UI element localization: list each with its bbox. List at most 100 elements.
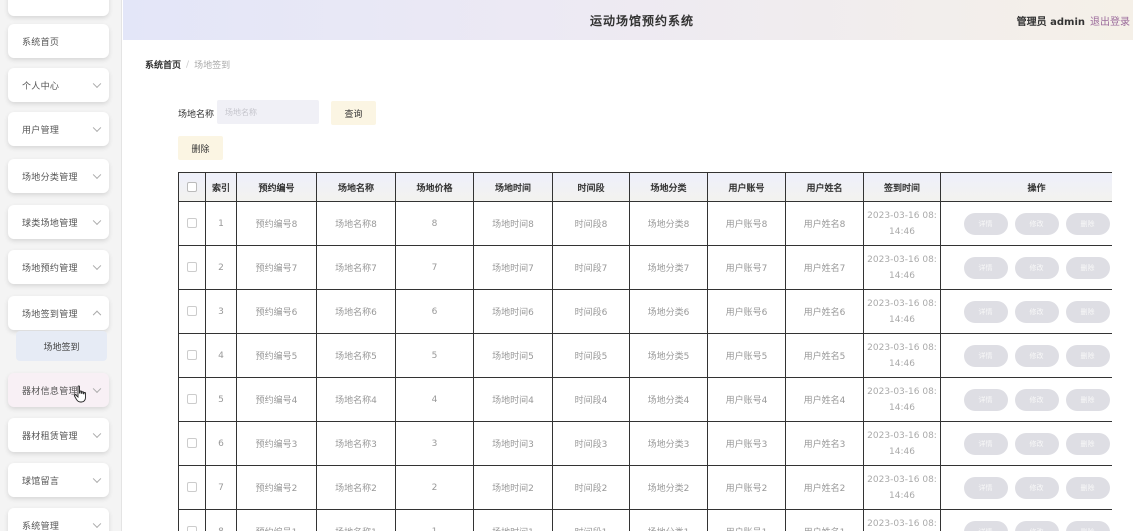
cell-booking-no: 预约编号2 (236, 465, 317, 510)
sidebar-subitem-venue-checkin[interactable]: 场地签到 (16, 331, 107, 361)
table-row: 3 预约编号6 场地名称6 6 场地时间6 时间段6 场地分类6 用户账号6 用… (178, 289, 1112, 334)
sidebar-item-equipment-info[interactable]: 器材信息管理 (8, 373, 109, 407)
detail-button[interactable]: 详情 (963, 300, 1008, 323)
cell-booking-no: 预约编号4 (236, 377, 317, 422)
table-row: 4 预约编号5 场地名称5 5 场地时间5 时间段5 场地分类5 用户账号5 用… (178, 333, 1112, 378)
cell-operations: 详情 修改 删除 (940, 509, 1112, 531)
row-checkbox[interactable] (187, 262, 197, 273)
detail-button[interactable]: 详情 (963, 256, 1008, 279)
edit-button[interactable]: 修改 (1014, 212, 1059, 235)
delete-button[interactable]: 删除 (1065, 388, 1110, 411)
cell-user-name: 用户姓名2 (785, 465, 864, 510)
sidebar-item-user-management[interactable]: 用户管理 (8, 112, 109, 146)
row-checkbox[interactable] (187, 218, 197, 229)
chevron-down-icon (92, 261, 102, 271)
cell-price: 2 (395, 465, 474, 510)
cell-account: 用户账号4 (707, 377, 786, 422)
cell-price: 3 (395, 421, 474, 466)
edit-button[interactable]: 修改 (1014, 388, 1059, 411)
detail-button[interactable]: 详情 (963, 476, 1008, 499)
chevron-down-icon (92, 216, 102, 226)
sidebar-item-venue-category[interactable]: 场地分类管理 (8, 159, 109, 193)
delete-button[interactable]: 删除 (1065, 520, 1110, 531)
column-header: 场地时间 (473, 172, 553, 202)
checkin-date: 2023-03-16 08: (867, 342, 937, 353)
search-input[interactable] (217, 100, 319, 124)
checkin-date: 2023-03-16 08: (867, 298, 937, 309)
row-select-cell[interactable] (178, 201, 206, 246)
detail-button[interactable]: 详情 (963, 344, 1008, 367)
row-select-cell[interactable] (178, 377, 206, 422)
delete-button[interactable]: 删除 (1065, 300, 1110, 323)
row-checkbox[interactable] (187, 438, 197, 449)
row-checkbox[interactable] (187, 482, 197, 493)
sidebar-top-card (8, 0, 109, 16)
delete-button[interactable]: 删除 (1065, 344, 1110, 367)
cell-time-slot: 时间段5 (552, 333, 630, 378)
sidebar-item-ball-venue[interactable]: 球类场地管理 (8, 205, 109, 239)
edit-button[interactable]: 修改 (1014, 432, 1059, 455)
select-all-cell[interactable] (178, 172, 206, 202)
row-select-cell[interactable] (178, 289, 206, 334)
sidebar-item-home[interactable]: 系统首页 (8, 24, 109, 58)
sidebar-item-venue-checkin[interactable]: 场地签到管理 (8, 296, 109, 330)
chevron-down-icon (92, 123, 102, 133)
cell-operations: 详情 修改 删除 (940, 377, 1112, 422)
row-select-cell[interactable] (178, 245, 206, 290)
table-row: 6 预约编号3 场地名称3 3 场地时间3 时间段3 场地分类3 用户账号3 用… (178, 421, 1112, 466)
sidebar-item-messages[interactable]: 球馆留言 (8, 463, 109, 497)
bulk-delete-button[interactable]: 删除 (178, 136, 223, 160)
delete-button[interactable]: 删除 (1065, 432, 1110, 455)
breadcrumb-home[interactable]: 系统首页 (145, 58, 181, 71)
cell-venue-time: 场地时间1 (473, 509, 553, 531)
detail-button[interactable]: 详情 (963, 212, 1008, 235)
row-checkbox[interactable] (187, 526, 197, 531)
row-select-cell[interactable] (178, 333, 206, 378)
sidebar-item-label: 器材租赁管理 (22, 431, 78, 442)
detail-button[interactable]: 详情 (963, 520, 1008, 531)
table-row: 5 预约编号4 场地名称4 4 场地时间4 时间段4 场地分类4 用户账号4 用… (178, 377, 1112, 422)
search-button[interactable]: 查询 (331, 101, 376, 125)
cell-account: 用户账号2 (707, 465, 786, 510)
detail-button[interactable]: 详情 (963, 432, 1008, 455)
detail-button[interactable]: 详情 (963, 388, 1008, 411)
edit-button[interactable]: 修改 (1014, 476, 1059, 499)
data-table: 索引 预约编号 场地名称 场地价格 场地时间 时间段 场地分类 用户账号 用户姓… (178, 172, 1112, 531)
cell-time-slot: 时间段3 (552, 421, 630, 466)
select-all-checkbox[interactable] (187, 181, 197, 192)
edit-button[interactable]: 修改 (1014, 256, 1059, 279)
sidebar-item-label: 球馆留言 (22, 476, 60, 487)
checkin-date: 2023-03-16 08: (867, 210, 937, 221)
row-checkbox[interactable] (187, 394, 197, 405)
sidebar-item-venue-booking[interactable]: 场地预约管理 (8, 250, 109, 284)
row-select-cell[interactable] (178, 465, 206, 510)
sidebar-item-label: 球类场地管理 (22, 218, 78, 229)
cell-account: 用户账号8 (707, 201, 786, 246)
cell-booking-no: 预约编号5 (236, 333, 317, 378)
sidebar-subitem-label: 场地签到 (43, 342, 80, 353)
edit-button[interactable]: 修改 (1014, 520, 1059, 531)
delete-button[interactable]: 删除 (1065, 256, 1110, 279)
logout-link[interactable]: 退出登录 (1090, 13, 1130, 28)
cell-time-slot: 时间段6 (552, 289, 630, 334)
edit-button[interactable]: 修改 (1014, 300, 1059, 323)
sidebar-item-equipment-rental[interactable]: 器材租赁管理 (8, 418, 109, 452)
cell-user-name: 用户姓名5 (785, 333, 864, 378)
row-checkbox[interactable] (187, 350, 197, 361)
cell-venue-name: 场地名称1 (316, 509, 396, 531)
cell-price: 4 (395, 377, 474, 422)
cell-time-slot: 时间段1 (552, 509, 630, 531)
edit-button[interactable]: 修改 (1014, 344, 1059, 367)
sidebar-item-system-management[interactable]: 系统管理 (8, 508, 109, 531)
checkin-clock: 14:46 (889, 490, 915, 501)
sidebar-item-personal-center[interactable]: 个人中心 (8, 68, 109, 102)
row-select-cell[interactable] (178, 421, 206, 466)
row-select-cell[interactable] (178, 509, 206, 531)
delete-button[interactable]: 删除 (1065, 212, 1110, 235)
cell-user-name: 用户姓名4 (785, 377, 864, 422)
column-header: 场地分类 (629, 172, 708, 202)
delete-button[interactable]: 删除 (1065, 476, 1110, 499)
cell-checkin-time: 2023-03-16 08: 14:46 (863, 421, 941, 466)
cell-index: 8 (205, 509, 237, 531)
row-checkbox[interactable] (187, 306, 197, 317)
